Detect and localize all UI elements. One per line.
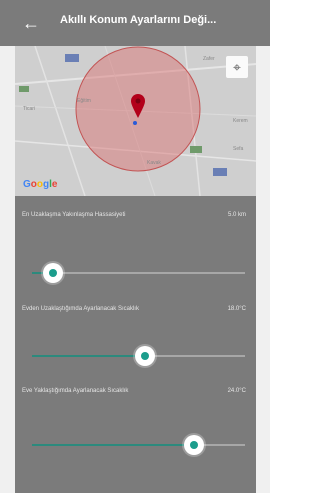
map-label: Sefa bbox=[233, 146, 244, 152]
slider-thumb-dot bbox=[49, 269, 58, 277]
map-label: Eğitim bbox=[77, 98, 91, 104]
setting-label-sensitivity: En Uzaklaşma Yakınlaşma Hassasiyeti bbox=[22, 212, 126, 218]
highway-shield-icon bbox=[213, 168, 227, 176]
setting-label-home-temp: Eve Yaklaştığımda Ayarlanacak Sıcaklık bbox=[22, 388, 129, 394]
map-view[interactable]: Zafer Ticari Eğitim Kerem Sefa Kavak ⌖ G… bbox=[15, 46, 256, 196]
highway-shield-icon bbox=[190, 146, 202, 153]
slider-thumb-dot bbox=[189, 441, 198, 449]
setting-value-sensitivity: 5.0 km bbox=[227, 212, 246, 218]
slider-thumb[interactable] bbox=[183, 435, 204, 455]
map-label: Zafer bbox=[203, 56, 215, 62]
map-label: Kerem bbox=[233, 118, 248, 124]
arrow-left-icon[interactable]: ← bbox=[22, 12, 46, 34]
slider-thumb[interactable] bbox=[43, 263, 64, 283]
slider-thumb[interactable] bbox=[134, 346, 155, 366]
slider-fill bbox=[32, 444, 194, 446]
highway-shield-icon bbox=[65, 54, 79, 62]
slider-track[interactable] bbox=[32, 263, 245, 283]
map-label: Kavak bbox=[147, 160, 161, 166]
page-title: Akıllı Konum Ayarlarını Deği... bbox=[60, 14, 217, 26]
map-label: Ticari bbox=[23, 106, 35, 112]
app-header: ← Akıllı Konum Ayarlarını Deği... bbox=[0, 0, 270, 46]
setting-value-away-temp: 18.0°C bbox=[227, 306, 246, 312]
current-location-dot bbox=[133, 121, 137, 125]
setting-value-home-temp: 24.0°C bbox=[227, 388, 246, 394]
slider-fill bbox=[32, 355, 145, 357]
setting-label-away-temp: Evden Uzaklaştığımda Ayarlanacak Sıcaklı… bbox=[22, 306, 139, 312]
slider-track[interactable] bbox=[32, 435, 245, 455]
google-logo: Google bbox=[23, 179, 58, 190]
map-canvas: Zafer Ticari Eğitim Kerem Sefa Kavak bbox=[15, 46, 256, 196]
settings-panel: En Uzaklaşma Yakınlaşma Hassasiyeti 5.0 … bbox=[15, 196, 256, 493]
screen: ← Akıllı Konum Ayarlarını Deği... Zafer … bbox=[0, 0, 270, 493]
slider-track[interactable] bbox=[32, 346, 245, 366]
my-location-icon[interactable]: ⌖ bbox=[226, 56, 248, 78]
slider-thumb-dot bbox=[140, 352, 149, 360]
highway-shield-icon bbox=[19, 86, 29, 92]
